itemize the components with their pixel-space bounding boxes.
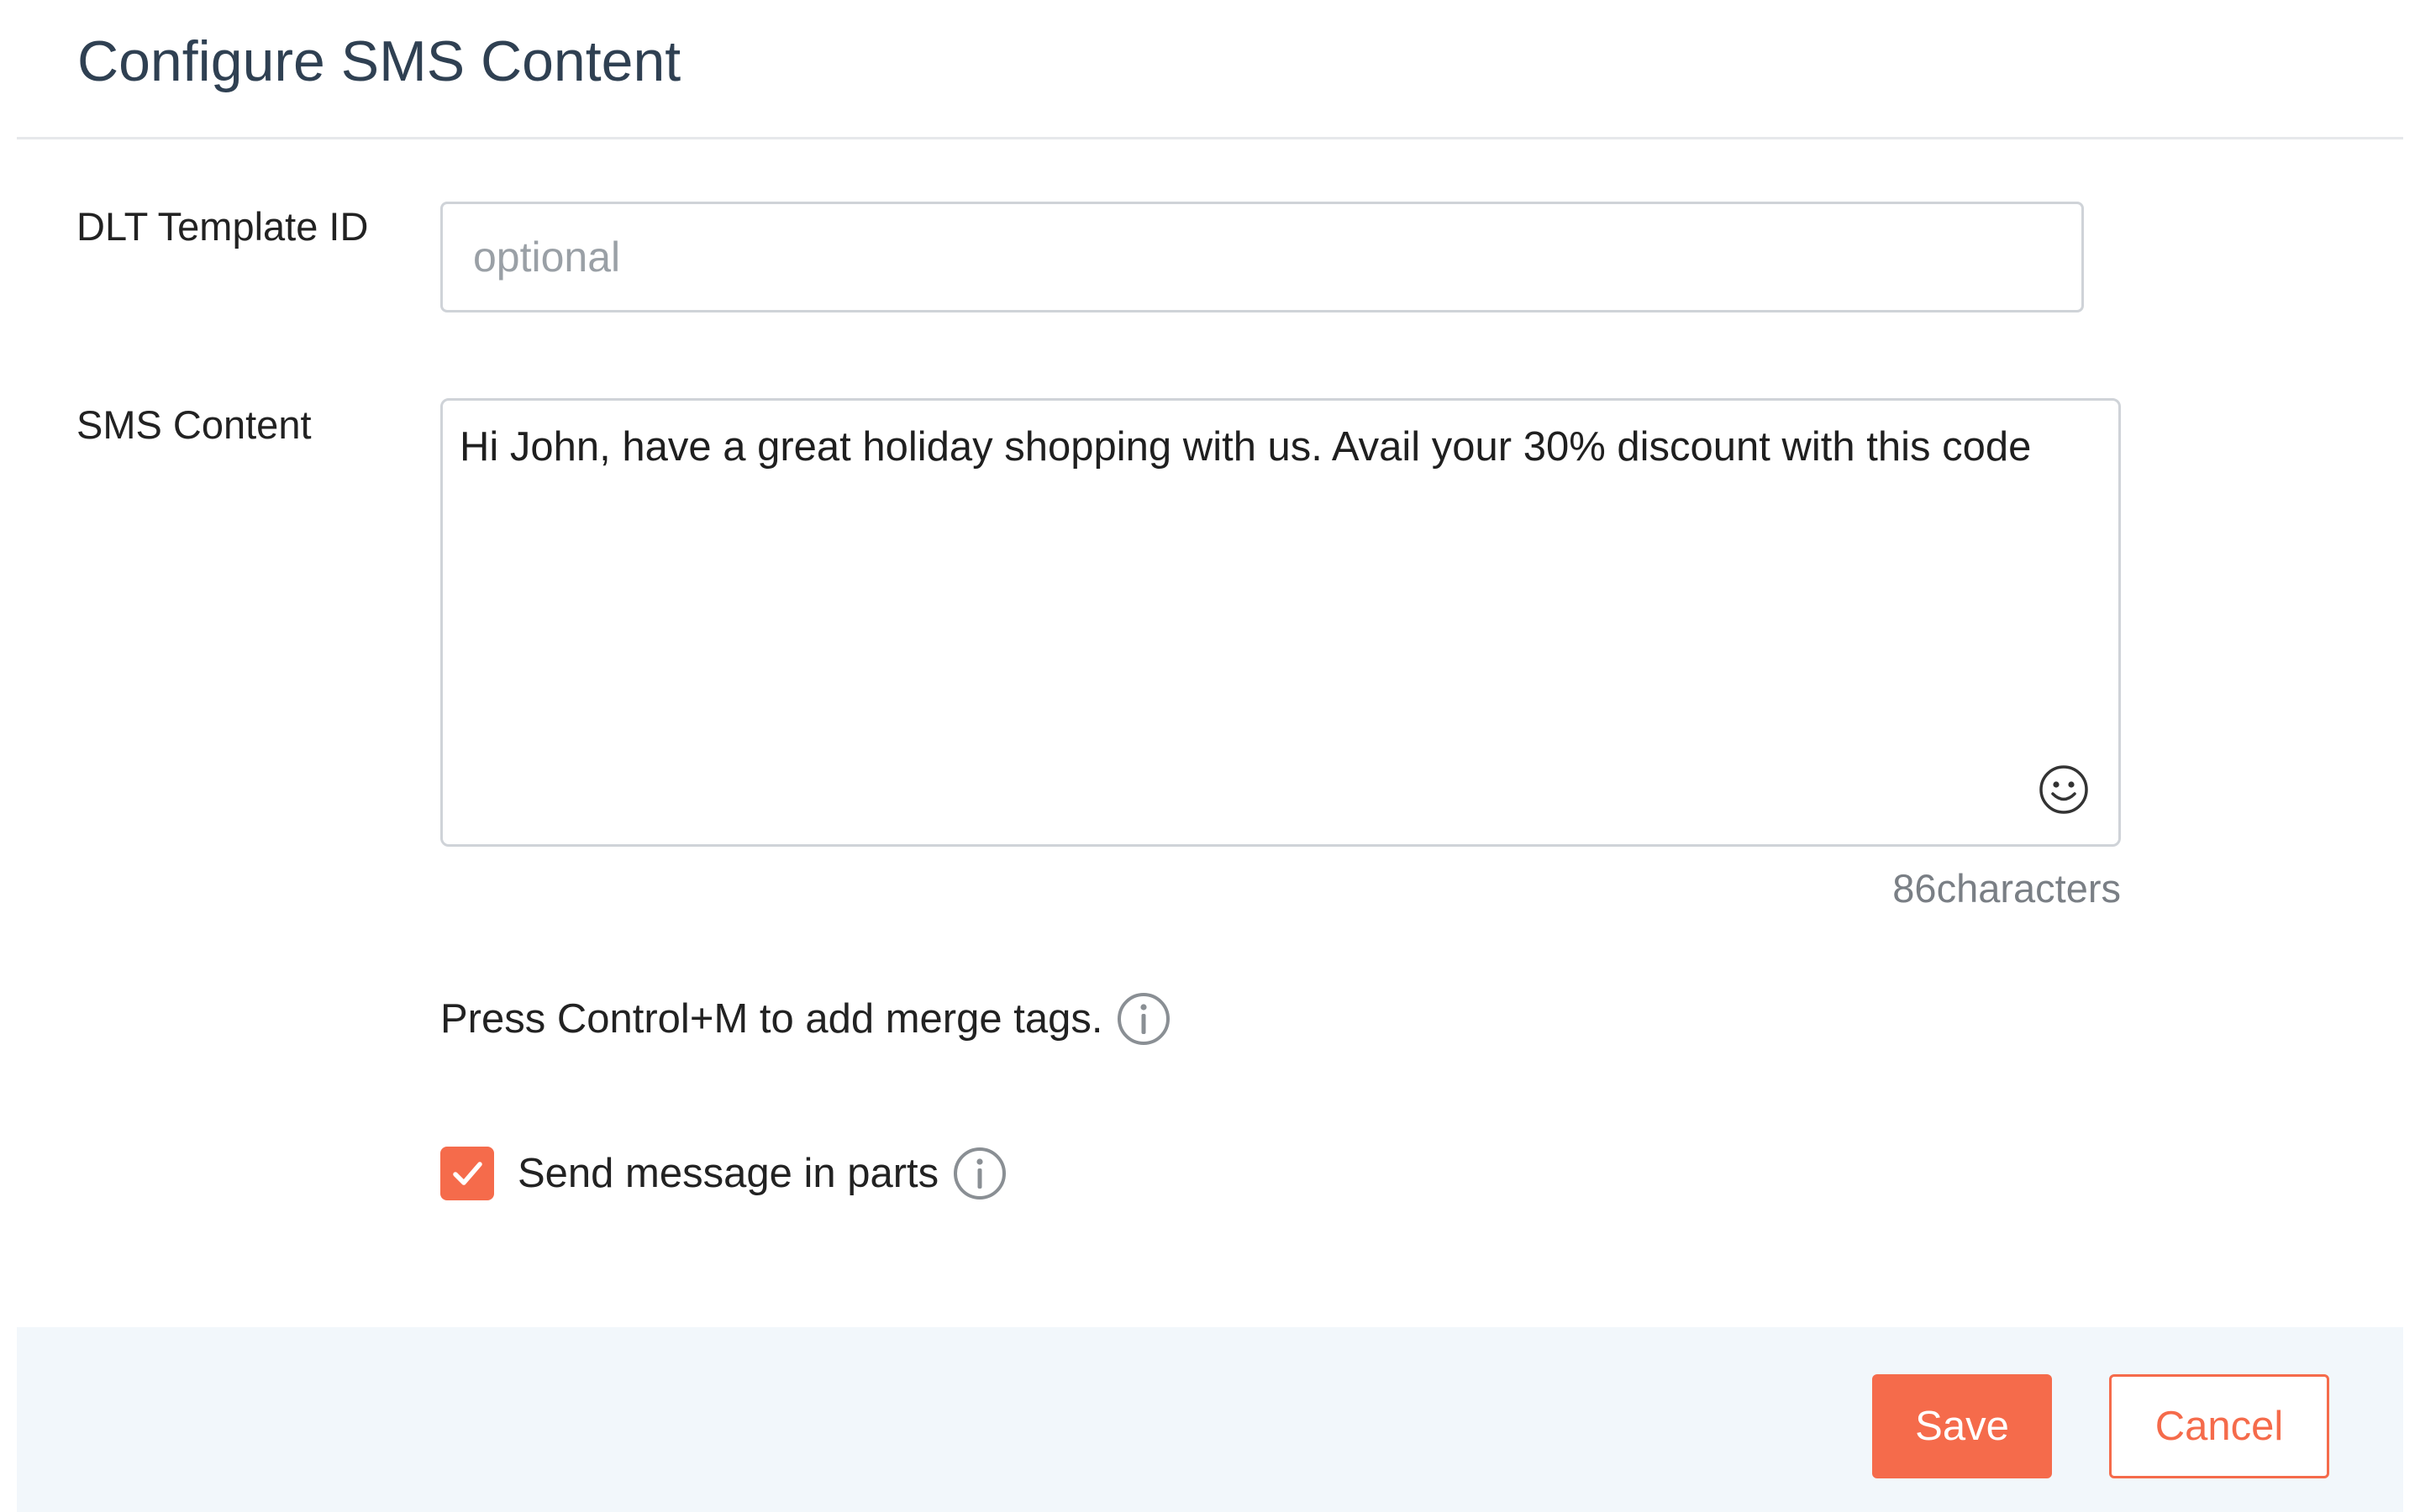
dialog-header: Configure SMS Content bbox=[17, 0, 2403, 139]
checkmark-icon bbox=[453, 1162, 482, 1185]
save-button[interactable]: Save bbox=[1872, 1374, 2052, 1478]
send-in-parts-checkbox[interactable] bbox=[440, 1147, 494, 1200]
configure-sms-dialog: Configure SMS Content DLT Template ID SM… bbox=[0, 0, 2420, 1512]
merge-tags-hint-text: Press Control+M to add merge tags. bbox=[440, 996, 1103, 1042]
dlt-template-label: DLT Template ID bbox=[76, 204, 369, 249]
smiley-icon[interactable] bbox=[2038, 764, 2090, 816]
page-title: Configure SMS Content bbox=[77, 29, 681, 93]
sms-content-textarea[interactable]: Hi John, have a great holiday shopping w… bbox=[440, 398, 2121, 847]
cancel-button[interactable]: Cancel bbox=[2109, 1374, 2329, 1478]
sms-content-label: SMS Content bbox=[76, 402, 312, 447]
dialog-footer: Save Cancel bbox=[17, 1327, 2403, 1512]
send-in-parts-label[interactable]: Send message in parts bbox=[518, 1150, 939, 1197]
dlt-template-input[interactable] bbox=[440, 202, 2084, 312]
sms-content-text[interactable]: Hi John, have a great holiday shopping w… bbox=[460, 417, 2093, 476]
info-icon[interactable] bbox=[1116, 991, 1171, 1047]
character-count: 86characters bbox=[1892, 866, 2121, 911]
send-in-parts-row: Send message in parts bbox=[440, 1146, 1007, 1201]
merge-tags-hint: Press Control+M to add merge tags. bbox=[440, 991, 1171, 1047]
info-icon[interactable] bbox=[952, 1146, 1007, 1201]
